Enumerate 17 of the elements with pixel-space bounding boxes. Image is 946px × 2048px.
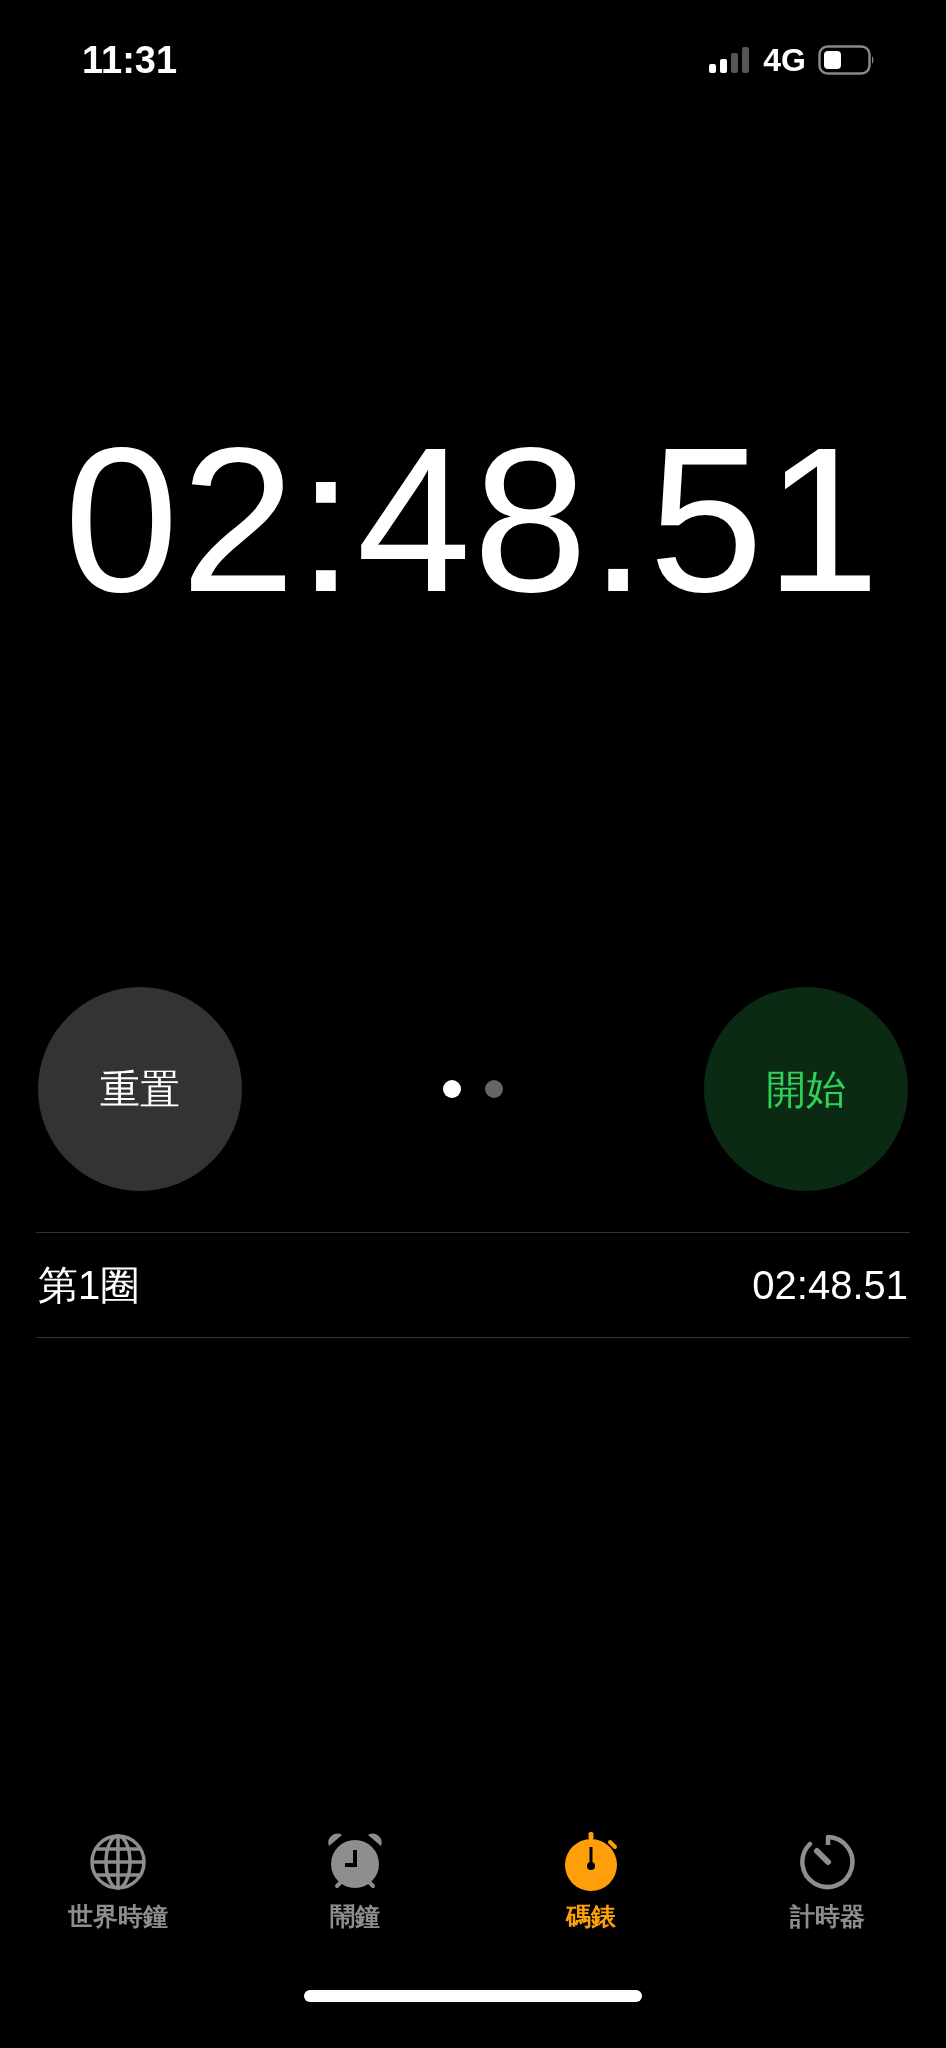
battery-icon — [818, 45, 876, 75]
tab-item[interactable]: 碼錶 — [473, 1832, 710, 1942]
lap-time: 02:48.51 — [752, 1262, 908, 1308]
tab-item[interactable]: 計時器 — [709, 1832, 946, 1942]
reset-button[interactable]: 重置 — [38, 987, 242, 1191]
page-dot[interactable] — [485, 1080, 503, 1098]
signal-icon — [709, 46, 752, 74]
globe-icon — [88, 1832, 149, 1892]
network-label: 4G — [763, 41, 806, 79]
lap-label: 第1圈 — [38, 1261, 141, 1309]
elapsed-time: 02:48.51 — [64, 417, 882, 623]
status-time: 11:31 — [82, 38, 178, 82]
start-button[interactable]: 開始 — [704, 987, 908, 1191]
timer-icon — [797, 1832, 858, 1892]
tab-item[interactable]: 鬧鐘 — [236, 1832, 473, 1942]
page-dot[interactable] — [443, 1080, 461, 1098]
tab-item[interactable]: 世界時鐘 — [0, 1832, 237, 1942]
